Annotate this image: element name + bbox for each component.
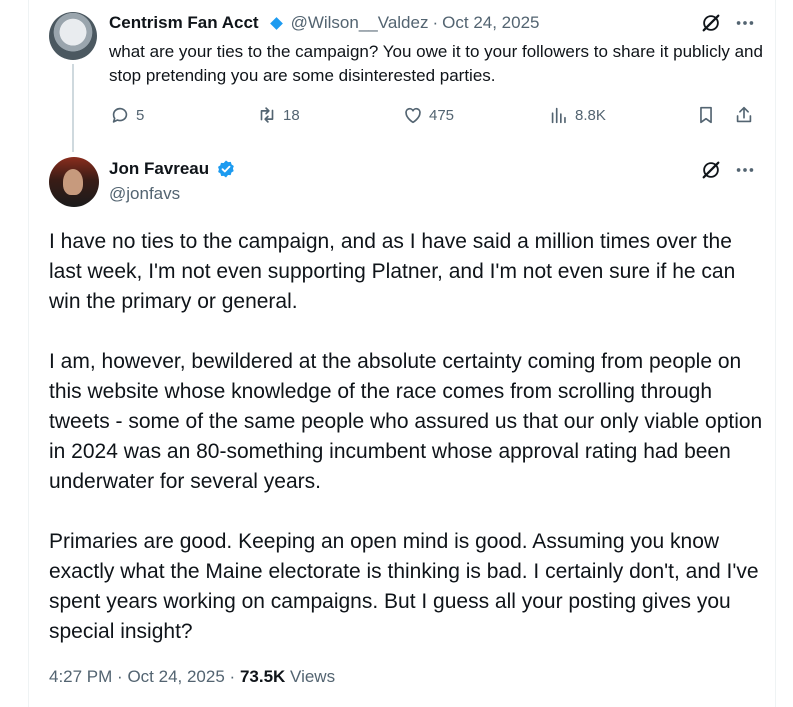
thread-connector-line — [72, 64, 74, 152]
bookmark-button[interactable] — [695, 104, 717, 126]
more-icon — [736, 21, 754, 25]
tweet-metadata: 4:27 PM · Oct 24, 2025 · 73.5K Views — [49, 667, 335, 687]
grok-button[interactable] — [700, 159, 722, 181]
grok-icon — [702, 161, 720, 179]
main-tweet-text: I have no ties to the campaign, and as I… — [49, 227, 769, 677]
main-author-name-row: Jon Favreau — [109, 159, 236, 179]
bookmark-icon — [700, 106, 712, 124]
share-button[interactable] — [733, 104, 755, 126]
main-handle[interactable]: @jonfavs — [109, 184, 180, 204]
affiliate-diamond-icon — [269, 16, 283, 30]
meta-separator: · — [117, 667, 123, 686]
verified-badge-icon — [218, 160, 234, 178]
views-count: 8.8K — [575, 106, 606, 124]
parent-tweet-header: Centrism Fan Acct @Wilson__Valdez · Oct … — [109, 12, 540, 34]
parent-action-bar: 5 18 475 8.8K — [109, 104, 757, 130]
views-icon — [551, 107, 566, 124]
more-button[interactable] — [734, 159, 756, 181]
tweet-date[interactable]: Oct 24, 2025 — [127, 667, 224, 686]
grok-button[interactable] — [700, 12, 722, 34]
parent-display-name[interactable]: Centrism Fan Acct — [109, 13, 259, 33]
tweet-time[interactable]: 4:27 PM — [49, 667, 112, 686]
avatar[interactable] — [49, 157, 99, 207]
main-display-name[interactable]: Jon Favreau — [109, 159, 209, 179]
views-button[interactable]: 8.8K — [548, 104, 606, 126]
reply-icon — [112, 107, 128, 123]
header-separator: · — [432, 13, 439, 32]
tweet-paragraph: Primaries are good. Keeping an open mind… — [49, 530, 759, 643]
like-icon — [405, 107, 421, 124]
views-count: 73.5K — [239, 667, 286, 686]
meta-separator: · — [229, 667, 236, 686]
more-button[interactable] — [734, 12, 756, 34]
parent-tweet-text: what are your ties to the campaign? You … — [109, 42, 763, 85]
avatar[interactable] — [49, 12, 97, 60]
grok-icon — [702, 14, 720, 32]
tweet-paragraph: I am, however, bewildered at the absolut… — [49, 350, 763, 493]
repost-icon — [260, 107, 274, 123]
parent-date[interactable]: Oct 24, 2025 — [442, 13, 539, 33]
share-icon — [736, 106, 752, 123]
repost-button[interactable]: 18 — [256, 104, 300, 126]
views-label: Views — [290, 667, 336, 686]
like-count: 475 — [429, 106, 455, 124]
tweet-paragraph: I have no ties to the campaign, and as I… — [49, 230, 736, 313]
reply-button[interactable]: 5 — [109, 104, 144, 126]
repost-count: 18 — [283, 106, 300, 124]
like-button[interactable]: 475 — [402, 104, 454, 126]
parent-handle[interactable]: @Wilson__Valdez — [291, 13, 429, 33]
more-icon — [736, 168, 754, 172]
reply-count: 5 — [136, 106, 145, 124]
